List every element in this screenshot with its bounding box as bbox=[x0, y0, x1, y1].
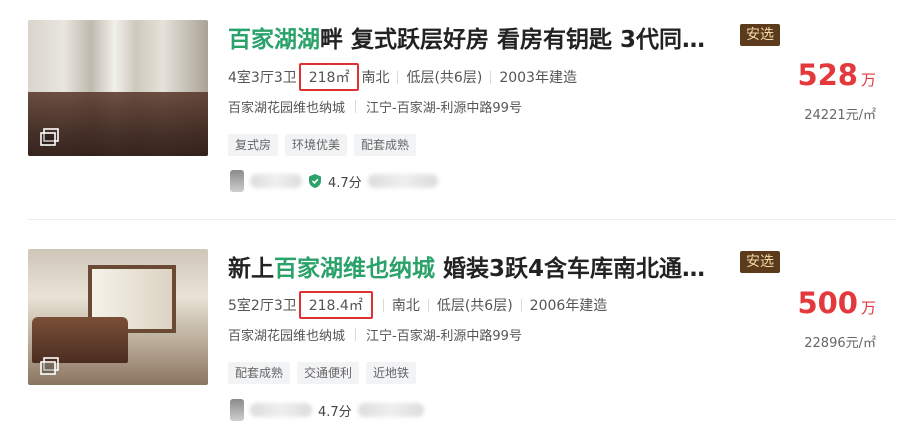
agent-avatar[interactable] bbox=[230, 399, 244, 421]
agent-name-blurred bbox=[250, 403, 312, 417]
price-value: 528 bbox=[797, 58, 858, 92]
title-highlight: 百家湖维也纳城 bbox=[274, 256, 435, 282]
listing-divider bbox=[28, 219, 896, 220]
listing-card[interactable]: 新上百家湖维也纳城 婚装3跃4含车库南北通… 安选 5室2厅3卫 218.4㎡ … bbox=[0, 222, 918, 432]
price-unit: 万 bbox=[860, 71, 876, 89]
build-year: 2006年建造 bbox=[529, 298, 608, 314]
divider bbox=[520, 298, 522, 312]
address: 百家湖花园维也纳城 江宁-百家湖-利源中路99号 bbox=[228, 97, 522, 116]
area-highlighted: 218.4㎡ bbox=[298, 291, 373, 319]
tag-list: 复式房 环境优美 配套成熟 bbox=[228, 134, 417, 156]
divider bbox=[397, 70, 399, 84]
divider bbox=[382, 298, 384, 312]
listing-photo[interactable] bbox=[28, 20, 208, 156]
community-link[interactable]: 百家湖花园维也纳城 bbox=[228, 325, 345, 344]
tag: 交通便利 bbox=[297, 362, 360, 384]
agent-company-blurred bbox=[357, 403, 424, 417]
tag: 环境优美 bbox=[285, 134, 348, 156]
location: 江宁-百家湖-利源中路99号 bbox=[366, 101, 522, 116]
tag: 配套成熟 bbox=[228, 362, 291, 384]
listing-title[interactable]: 新上百家湖维也纳城 婚装3跃4含车库南北通… bbox=[228, 249, 733, 283]
floor: 低层(共6层) bbox=[436, 298, 513, 314]
agent-company-blurred bbox=[367, 174, 438, 188]
unit-price: 22896元/㎡ bbox=[804, 336, 876, 351]
community-link[interactable]: 百家湖花园维也纳城 bbox=[228, 97, 345, 116]
agent-info[interactable]: 4.7分 bbox=[230, 399, 424, 421]
listing-title[interactable]: 百家湖湖畔 复式跃层好房 看房有钥匙 3代同… bbox=[228, 20, 733, 54]
price-unit: 万 bbox=[860, 299, 876, 317]
agent-score: 4.7分 bbox=[318, 404, 352, 420]
divider bbox=[490, 70, 492, 84]
tag-list: 配套成熟 交通便利 近地铁 bbox=[228, 362, 417, 384]
room-layout: 5室2厅3卫 bbox=[228, 298, 297, 314]
gallery-icon bbox=[40, 128, 59, 146]
title-highlight: 百家湖湖 bbox=[228, 27, 320, 53]
unit-price: 24221元/㎡ bbox=[804, 108, 876, 123]
build-year: 2003年建造 bbox=[499, 70, 577, 86]
anxuan-badge: 安选 bbox=[740, 251, 780, 273]
listing-card[interactable]: 百家湖湖畔 复式跃层好房 看房有钥匙 3代同… 安选 4室3厅3卫 218㎡ 南… bbox=[0, 0, 918, 210]
title-text: 畔 复式跃层好房 看房有钥匙 3代同… bbox=[320, 27, 706, 53]
room-layout: 4室3厅3卫 bbox=[228, 70, 297, 86]
divider bbox=[355, 100, 357, 113]
shield-icon bbox=[309, 174, 321, 188]
orientation: 南北 bbox=[391, 298, 420, 314]
title-prefix: 新上 bbox=[228, 256, 274, 282]
price-value: 500 bbox=[797, 286, 858, 320]
total-price: 500 万 bbox=[797, 286, 876, 320]
divider bbox=[427, 298, 429, 312]
agent-name-blurred bbox=[250, 174, 302, 188]
title-text: 婚装3跃4含车库南北通… bbox=[435, 256, 706, 282]
listing-photo[interactable] bbox=[28, 249, 208, 385]
gallery-icon bbox=[40, 357, 59, 375]
location: 江宁-百家湖-利源中路99号 bbox=[366, 329, 522, 344]
house-info: 4室3厅3卫 218㎡ 南北 低层(共6层) 2003年建造 bbox=[228, 63, 577, 91]
agent-score: 4.7分 bbox=[328, 175, 362, 191]
divider bbox=[355, 328, 357, 341]
house-info: 5室2厅3卫 218.4㎡ 南北 低层(共6层) 2006年建造 bbox=[228, 291, 607, 319]
orientation: 南北 bbox=[361, 70, 390, 86]
area-highlighted: 218㎡ bbox=[298, 63, 360, 91]
anxuan-badge: 安选 bbox=[740, 24, 780, 46]
tag: 近地铁 bbox=[366, 362, 417, 384]
agent-info[interactable]: 4.7分 bbox=[230, 170, 438, 192]
tag: 配套成熟 bbox=[354, 134, 417, 156]
floor: 低层(共6层) bbox=[406, 70, 483, 86]
address: 百家湖花园维也纳城 江宁-百家湖-利源中路99号 bbox=[228, 325, 522, 344]
agent-avatar[interactable] bbox=[230, 170, 244, 192]
total-price: 528 万 bbox=[797, 58, 876, 92]
tag: 复式房 bbox=[228, 134, 279, 156]
